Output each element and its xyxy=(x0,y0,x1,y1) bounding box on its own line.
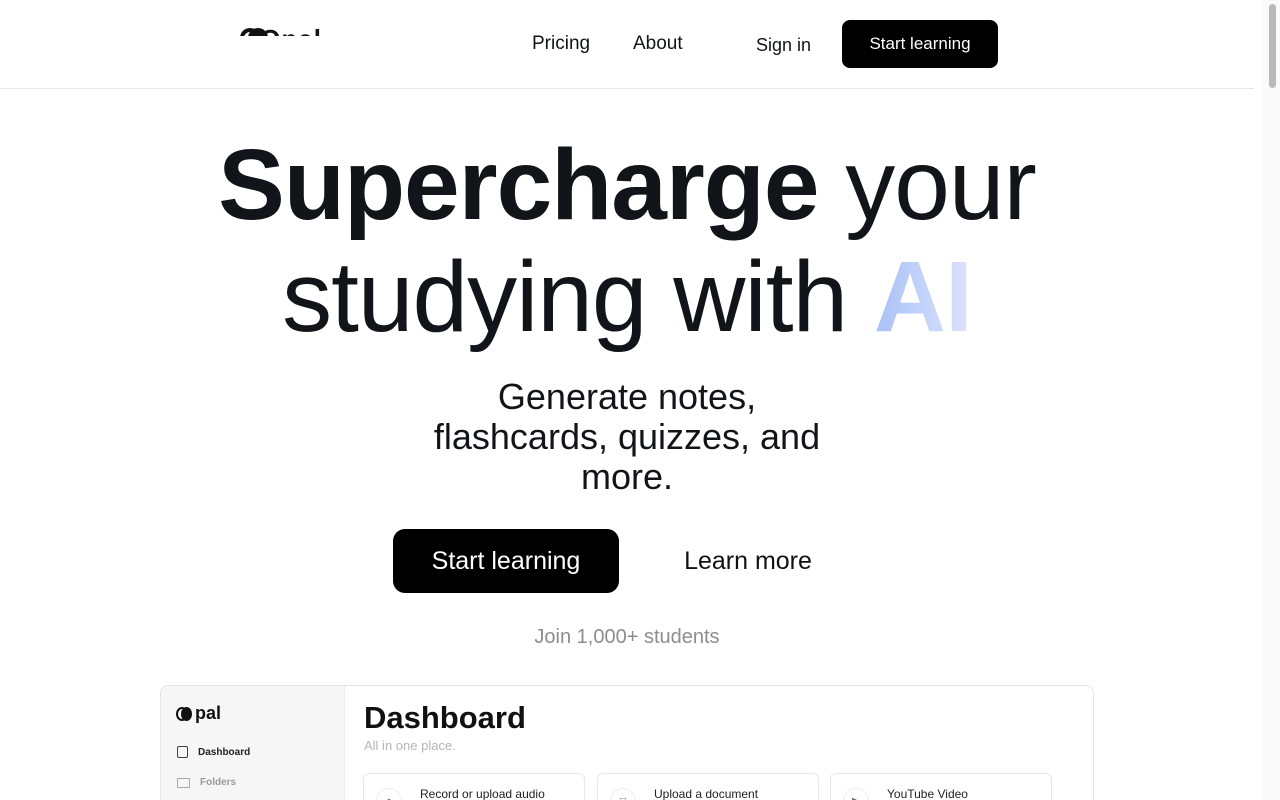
document-icon xyxy=(177,746,188,758)
hero-headline-ai: AI xyxy=(873,241,973,353)
upload-document-card[interactable]: □ Upload a document xyxy=(597,773,819,800)
video-icon: ▶ xyxy=(843,788,869,800)
youtube-video-card[interactable]: ▶ YouTube Video xyxy=(830,773,1052,800)
preview-sidebar-item-folders[interactable]: Folders xyxy=(177,777,236,788)
card-label: Record or upload audio xyxy=(420,787,545,800)
page-scrollbar[interactable] xyxy=(1262,0,1280,800)
card-label: Upload a document xyxy=(654,787,759,800)
preview-page-title: Dashboard xyxy=(364,700,526,735)
hero-headline-bold: Supercharge xyxy=(218,129,819,241)
hero-headline-line-1: Supercharge your xyxy=(0,130,1254,240)
site-logo[interactable]: Opal xyxy=(240,26,322,36)
hero-headline-rest: your xyxy=(818,129,1037,241)
hero-headline-line2-text: studying with xyxy=(282,241,874,353)
logo-icon xyxy=(240,28,268,36)
sign-in-link[interactable]: Sign in xyxy=(756,32,811,58)
preview-sidebar-item-label: Folders xyxy=(200,777,237,788)
site-header: Opal Pricing About Sign in Start learnin… xyxy=(0,0,1254,89)
preview-sidebar: pal Dashboard Folders xyxy=(161,686,345,800)
nav-about-link[interactable]: About xyxy=(633,31,683,57)
hero-start-learning-button[interactable]: Start learning xyxy=(393,529,619,593)
scrollbar-thumb[interactable] xyxy=(1269,4,1276,88)
preview-page-subtitle: All in one place. xyxy=(364,738,456,753)
nav-pricing-link[interactable]: Pricing xyxy=(532,31,590,57)
record-audio-card[interactable]: ● Record or upload audio xyxy=(363,773,585,800)
header-start-learning-button[interactable]: Start learning xyxy=(842,20,998,68)
folder-icon xyxy=(177,777,190,788)
social-proof-text: Join 1,000+ students xyxy=(534,626,720,648)
dashboard-preview: pal Dashboard Folders Dashboard All in o… xyxy=(160,685,1094,800)
preview-sidebar-item-dashboard[interactable]: Dashboard xyxy=(177,746,250,758)
logo-text: Opal xyxy=(260,26,322,36)
preview-logo-text: pal xyxy=(195,703,222,723)
preview-logo: pal xyxy=(176,703,221,724)
card-label: YouTube Video xyxy=(887,787,968,800)
preview-logo-icon xyxy=(176,706,192,722)
microphone-icon: ● xyxy=(376,788,402,800)
hero-learn-more-button[interactable]: Learn more xyxy=(666,529,830,593)
hero-headline-line-2: studying with AI xyxy=(0,242,1254,352)
document-icon: □ xyxy=(610,788,636,800)
preview-sidebar-item-label: Dashboard xyxy=(198,746,251,758)
hero-subtitle: Generate notes, flashcards, quizzes, and… xyxy=(433,376,821,497)
